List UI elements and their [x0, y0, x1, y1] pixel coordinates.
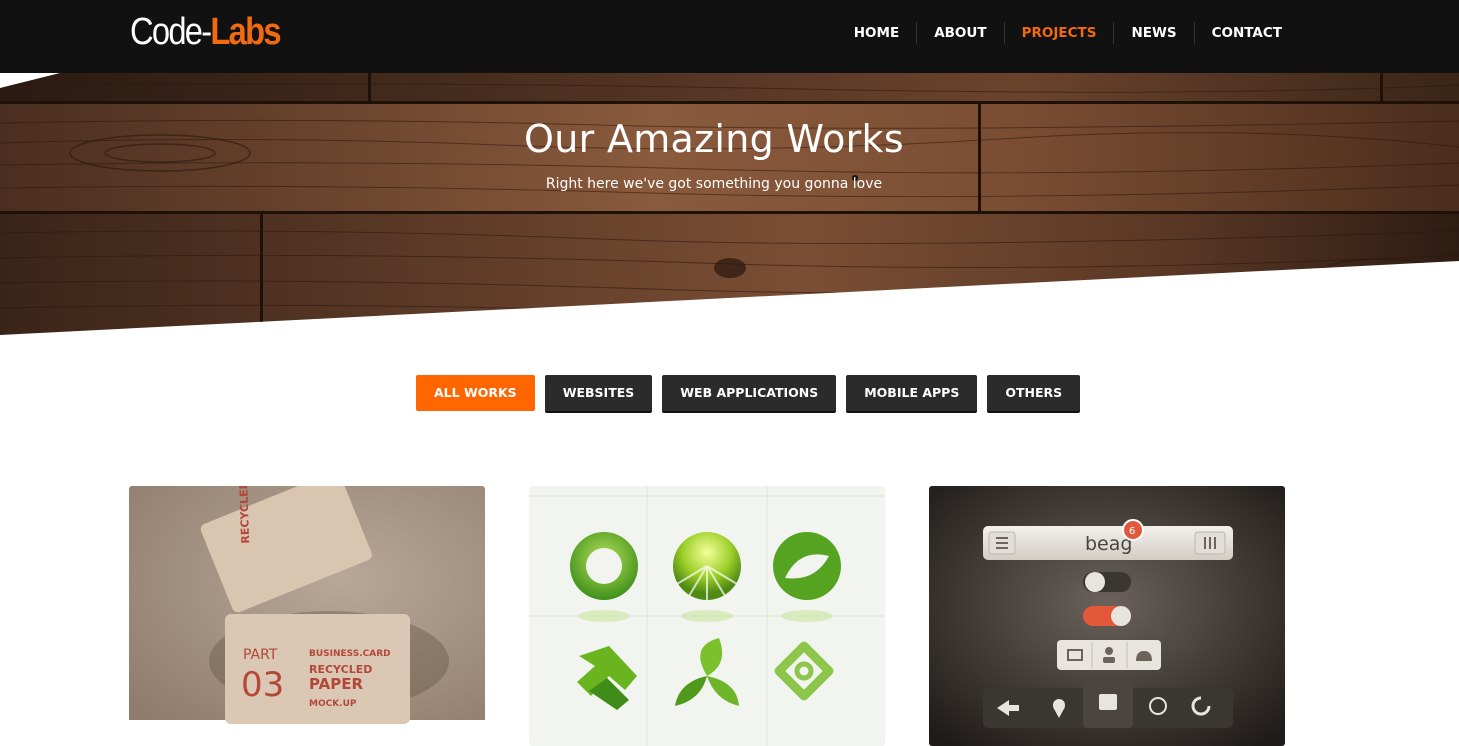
logo-text-code: Code-	[130, 11, 212, 53]
nav-about[interactable]: ABOUT	[916, 22, 1003, 44]
hero-banner: Our Amazing Works Right here we've got s…	[0, 73, 1459, 335]
nav-contact[interactable]: CONTACT	[1193, 22, 1299, 44]
filter-others-button[interactable]: OTHERS	[987, 375, 1081, 411]
card-text-recycled-paper: RECYCLED PAPER	[235, 486, 252, 544]
top-navbar: Code-Labs HOME ABOUT PROJECTS NEWS CONTA…	[0, 0, 1459, 73]
filter-web-applications-button[interactable]: WEB APPLICATIONS	[662, 375, 837, 411]
nav-projects[interactable]: PROJECTS	[1003, 22, 1114, 44]
main-nav: HOME ABOUT PROJECTS NEWS CONTACT	[837, 22, 1299, 44]
card-text-03: 03	[241, 665, 284, 705]
portfolio-filters: ALL WORKS WEBSITES WEB APPLICATIONS MOBI…	[416, 375, 1081, 411]
filter-websites-button[interactable]: WEBSITES	[544, 375, 653, 411]
filter-mobile-apps-button[interactable]: MOBILE APPS	[846, 375, 978, 411]
card-text-paper: PAPER	[309, 675, 363, 693]
green-logos-thumbnail	[529, 486, 885, 746]
portfolio-item-business-card[interactable]: RECYCLED PAPER PART 03 BUSINESS.CARD REC…	[129, 486, 485, 746]
card-text-business-card: BUSINESS.CARD	[309, 649, 391, 659]
brand-logo[interactable]: Code-Labs	[130, 10, 282, 54]
ui-kit-thumbnail: beag 6	[929, 486, 1285, 746]
card-text-part: PART	[243, 647, 278, 663]
nav-home[interactable]: HOME	[837, 22, 916, 44]
portfolio-item-ui-kit[interactable]: beag 6	[929, 486, 1285, 746]
nav-news[interactable]: NEWS	[1113, 22, 1193, 44]
notification-badge-count: 6	[1129, 526, 1135, 537]
logo-text-labs: Labs	[210, 11, 281, 53]
card-text-mockup: MOCK.UP	[309, 699, 357, 709]
coffee-icon	[1099, 694, 1117, 710]
portfolio-item-green-logos[interactable]	[529, 486, 885, 746]
hero-title: Our Amazing Works	[524, 117, 904, 161]
business-card-thumbnail: RECYCLED PAPER PART 03 BUSINESS.CARD REC…	[129, 486, 485, 724]
wood-background	[0, 73, 1459, 335]
hero-subtitle: Right here we've got something you gonna…	[545, 176, 883, 192]
filter-all-works-button[interactable]: ALL WORKS	[416, 375, 535, 411]
user-icon	[1105, 647, 1113, 655]
